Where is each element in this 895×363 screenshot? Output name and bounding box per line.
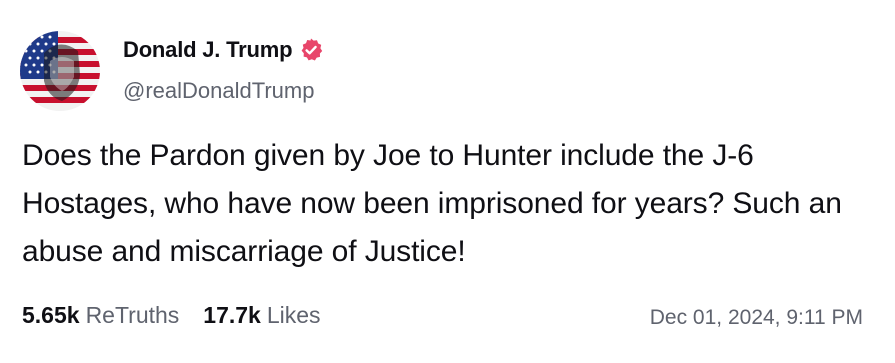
author-display-name[interactable]: Donald J. Trump <box>123 37 293 63</box>
post-text: Does the Pardon given by Joe to Hunter i… <box>22 139 842 268</box>
retruths-stat[interactable]: 5.65k ReTruths <box>22 302 179 329</box>
likes-label: Likes <box>266 302 321 328</box>
retruths-count: 5.65k <box>22 302 80 328</box>
post-timestamp[interactable]: Dec 01, 2024, 9:11 PM <box>650 306 863 330</box>
author-handle[interactable]: @realDonaldTrump <box>123 78 314 104</box>
verified-badge-icon <box>298 37 324 63</box>
post-stats: 5.65k ReTruths 17.7k Likes <box>22 302 321 329</box>
likes-stat[interactable]: 17.7k Likes <box>203 302 320 329</box>
author-name-row: Donald J. Trump <box>123 34 324 66</box>
avatar[interactable] <box>20 31 100 111</box>
retruths-label: ReTruths <box>85 302 180 328</box>
post-card: Donald J. Trump @realDonaldTrump Does th… <box>0 0 895 363</box>
likes-count: 17.7k <box>203 302 261 328</box>
